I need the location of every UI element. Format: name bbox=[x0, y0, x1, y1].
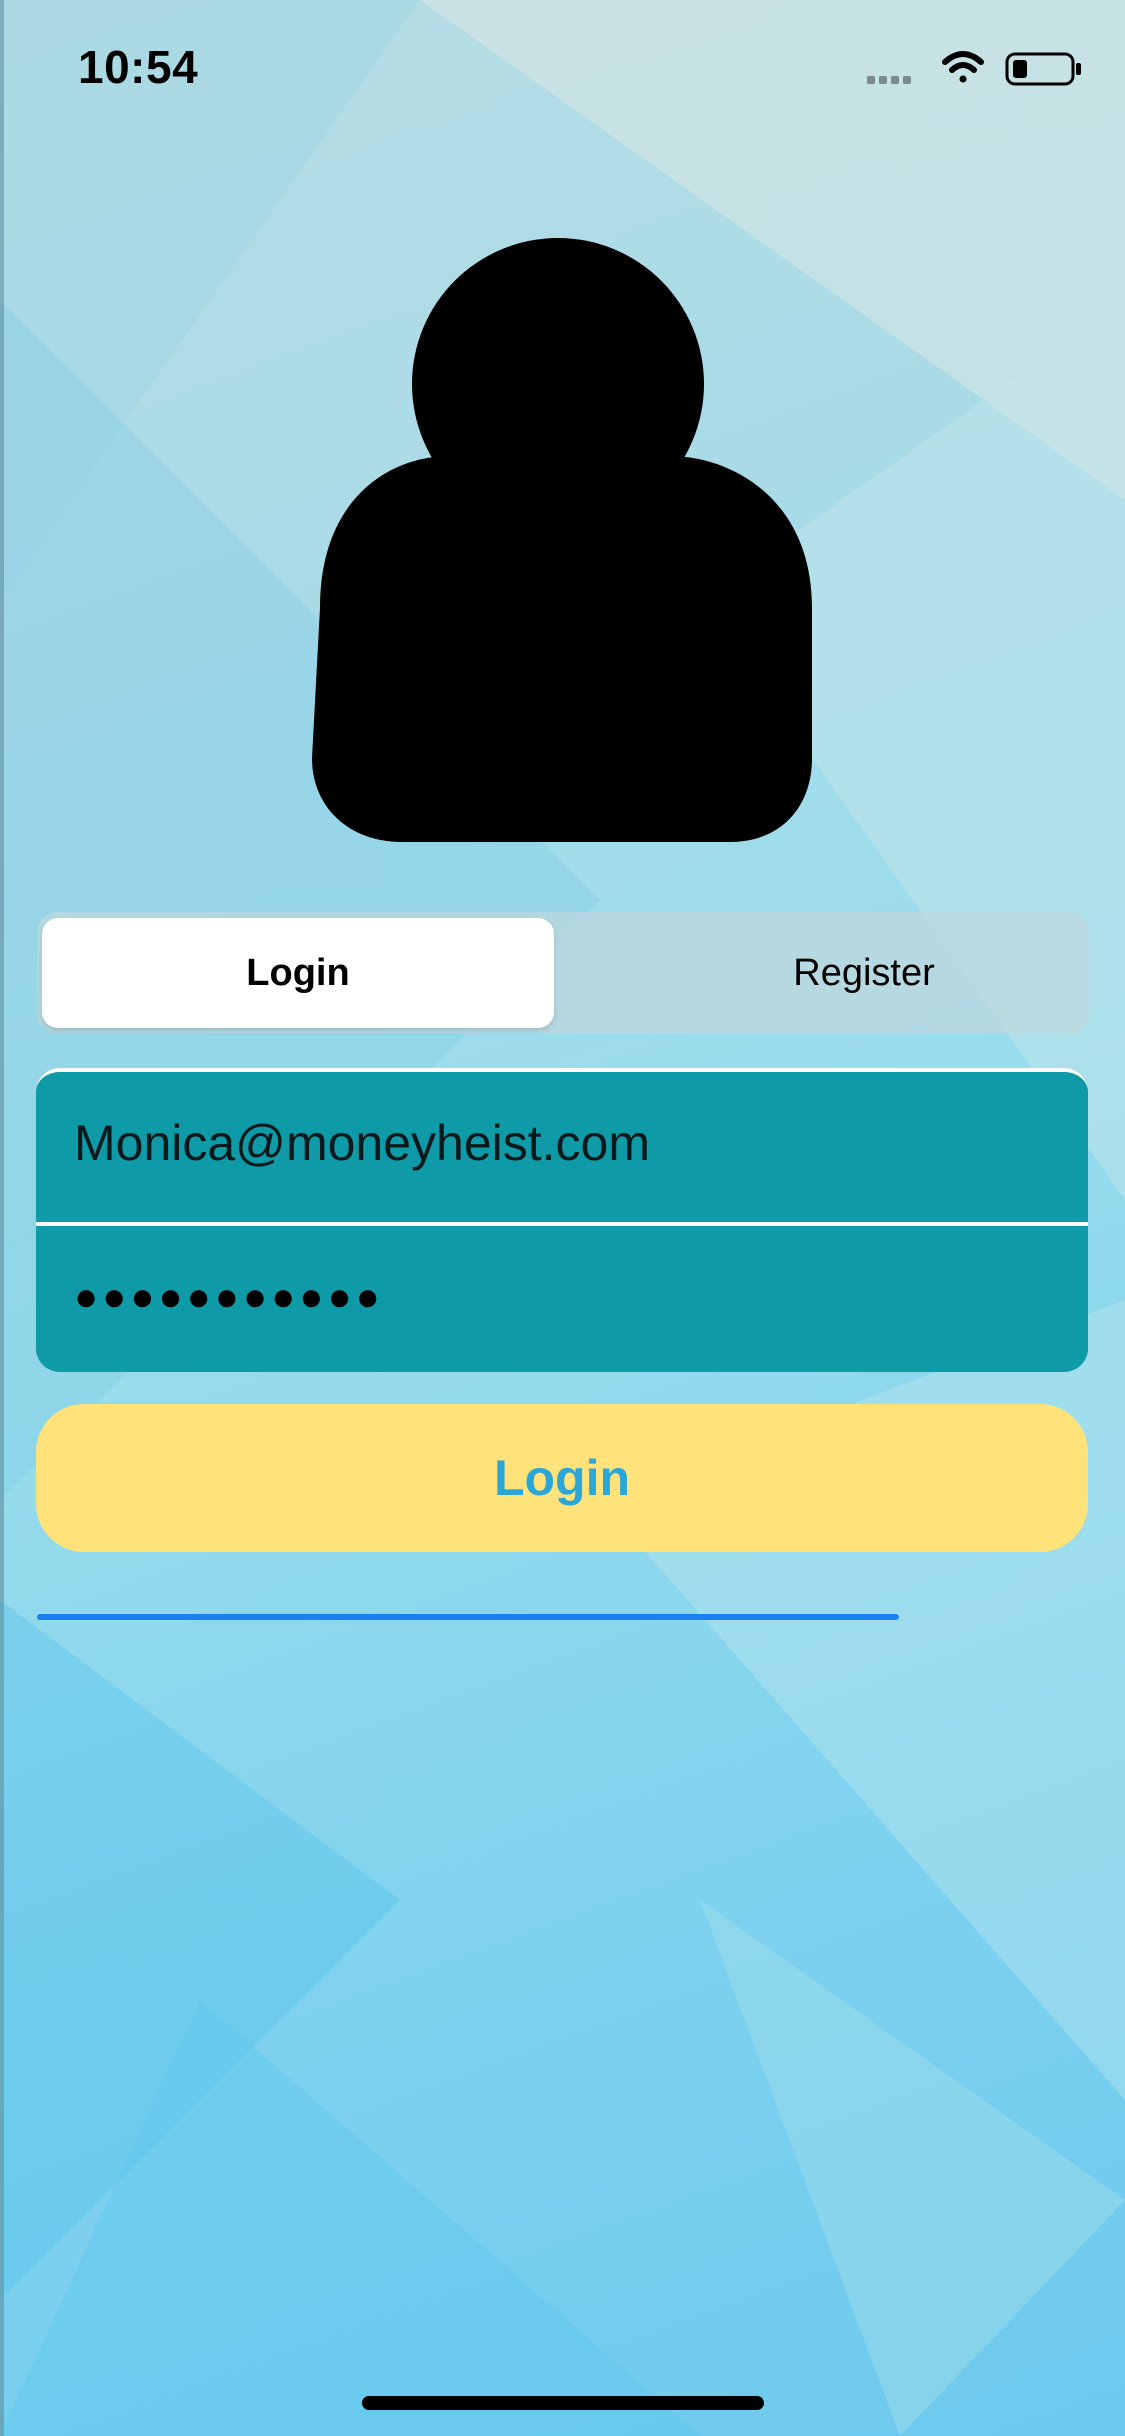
user-silhouette-icon bbox=[312, 238, 812, 842]
progress-line bbox=[37, 1614, 899, 1620]
login-button[interactable]: Login bbox=[36, 1404, 1088, 1552]
battery-icon bbox=[1005, 52, 1081, 86]
wifi-icon bbox=[942, 51, 984, 83]
email-field[interactable]: Monica@moneyheist.com bbox=[36, 1072, 1088, 1214]
login-screen: 10:54 Login Register Monica@moneyheist.c… bbox=[0, 0, 1125, 2436]
signal-icon bbox=[867, 76, 911, 84]
status-time: 10:54 bbox=[78, 41, 199, 93]
login-register-segmented-control: Login Register bbox=[37, 912, 1089, 1034]
status-bar: 10:54 bbox=[0, 0, 1125, 140]
segment-login[interactable]: Login bbox=[42, 918, 554, 1028]
home-indicator[interactable] bbox=[362, 2396, 764, 2410]
password-field[interactable]: ●●●●●●●●●●● bbox=[36, 1226, 1088, 1368]
credentials-form: Monica@moneyheist.com ●●●●●●●●●●● bbox=[36, 1068, 1088, 1372]
status-icons bbox=[867, 51, 1081, 86]
email-value: Monica@moneyheist.com bbox=[74, 1115, 650, 1171]
password-value: ●●●●●●●●●●● bbox=[74, 1274, 384, 1319]
segment-register[interactable]: Register bbox=[605, 918, 1123, 1028]
